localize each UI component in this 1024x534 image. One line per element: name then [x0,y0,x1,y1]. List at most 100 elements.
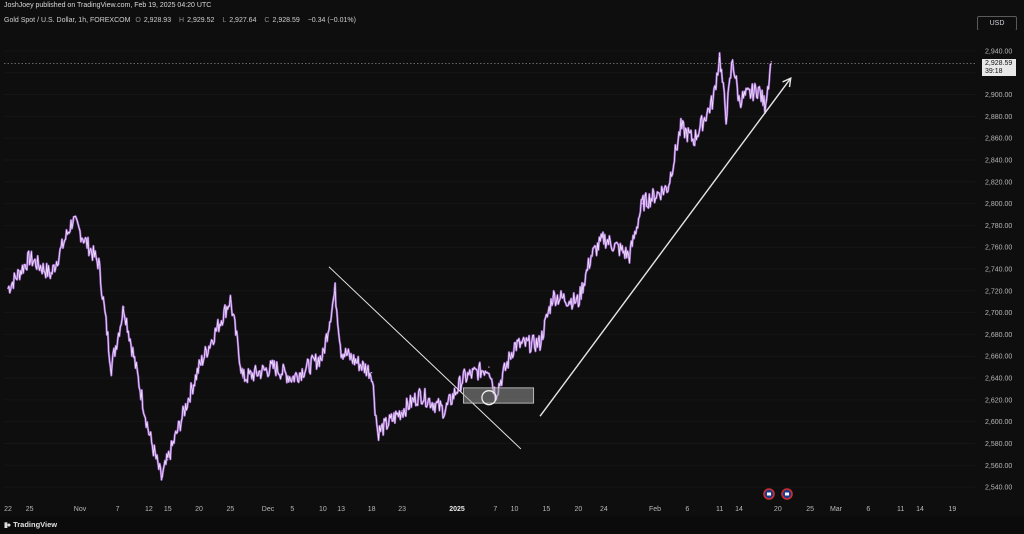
price-point-8 [160,477,163,480]
x-tick-label: 14 [916,506,924,513]
x-tick-label: 7 [493,506,497,513]
x-tick-label: Feb [649,506,661,513]
x-tick-label: 24 [600,506,608,513]
price-point-44 [770,61,773,63]
drawings [328,76,792,450]
price-axis-bg [975,30,1024,498]
price-point-13 [273,366,275,368]
price-point-3 [72,219,74,221]
price-point-4 [98,262,100,265]
price-point-21 [419,393,422,396]
price-axis: 2,540.00 2,560.00 2,580.00 2,600.00 2,620.00… [975,30,1024,498]
y-tick-label: 2,640.00 [985,376,1012,383]
events [763,488,793,500]
price-point-42 [757,88,760,90]
price-point-5 [110,366,113,368]
y-tick-label: 2,560.00 [985,463,1012,470]
x-tick-label: 20 [574,506,582,513]
price-point-2 [50,273,52,276]
price-point-7 [148,431,150,434]
x-tick-label: 5 [290,506,294,513]
y-tick-label: 2,760.00 [985,245,1012,252]
x-tick-label: 6 [685,506,689,513]
x-tick-label: 7 [116,506,120,513]
x-tick-label: 20 [195,506,203,513]
price-point-1 [28,257,31,259]
y-tick-label: 2,540.00 [985,485,1012,492]
price-point-33 [641,202,643,205]
price-point-19 [377,431,379,434]
y-tick-label: 2,940.00 [985,48,1012,55]
y-tick-label: 2,800.00 [985,201,1012,208]
y-tick-label: 2,840.00 [985,157,1012,164]
x-tick-label: 10 [319,506,327,513]
price-point-26 [513,344,516,346]
y-tick-label: 2,740.00 [985,267,1012,274]
price-point-11 [229,298,232,301]
x-tick-label: 11 [716,506,723,513]
price-series [4,51,975,481]
footer-bar [0,516,1024,534]
price-point-20 [401,410,403,412]
x-tick-label: 25 [806,506,814,513]
tv-logo-icon: ▮● [4,522,11,529]
x-tick-label: Mar [830,506,843,513]
x-tick-label: Dec [262,506,275,513]
y-tick-label: 2,680.00 [985,332,1012,339]
x-tick-label: 2025 [449,506,465,513]
x-tick-label: 6 [866,506,870,513]
price-point-30 [590,255,592,257]
y-tick-label: 2,860.00 [985,136,1012,143]
x-tick-label: 25 [227,506,235,513]
price-point-15 [322,355,324,357]
price-point-27 [539,342,541,344]
price-point-35 [680,126,682,128]
x-tick-label: 19 [948,506,956,513]
price-point-10 [198,366,200,368]
tradingview-logo[interactable]: ▮● TradingView [4,520,57,529]
x-tick-label: 13 [337,506,345,513]
price-point-9 [167,459,169,461]
price-point-6 [123,306,125,308]
x-tick-label: 18 [368,506,376,513]
y-tick-label: 2,700.00 [985,310,1012,317]
price-point-41 [738,99,740,101]
x-tick-label: 25 [26,506,34,513]
x-tick-label: 14 [735,506,743,513]
y-tick-label: 2,900.00 [985,92,1012,99]
price-point-14 [291,377,294,379]
y-tick-label: 2,600.00 [985,419,1012,426]
x-tick-label: 15 [543,506,551,513]
price-point-23 [462,377,465,379]
y-tick-label: 2,780.00 [985,223,1012,230]
y-tick-label: 2,580.00 [985,441,1012,448]
brand-name: TradingView [13,520,58,529]
x-tick-label: 12 [145,506,153,513]
us-flag-event-icon[interactable] [763,488,775,500]
x-tick-label: 10 [511,506,519,513]
x-tick-label: 20 [774,506,782,513]
us-flag-event-icon[interactable] [781,488,793,500]
price-point-31 [603,237,605,240]
x-tick-label: 15 [164,506,172,513]
price-point-24 [488,366,490,368]
price-point-32 [628,255,631,257]
y-tick-label: 2,820.00 [985,179,1012,186]
x-tick-label: Nov [74,506,87,513]
price-point-12 [242,377,244,379]
price-line [7,52,772,481]
price-point-43 [764,104,766,107]
y-tick-label: 2,720.00 [985,288,1012,295]
chart-screen: JoshJoey published on TradingView.com, F… [0,0,1024,534]
price-point-34 [667,186,669,188]
price-chart[interactable]: 2,540.00 2,560.00 2,580.00 2,600.00 2,620.00… [0,0,1024,516]
last-price-value: 2,928.59 [985,60,1013,67]
price-point-38 [718,55,721,58]
support-zone[interactable] [462,387,535,404]
x-tick-label: 22 [4,506,12,513]
price-point-18 [370,371,373,374]
y-tick-label: 2,660.00 [985,354,1012,361]
price-point-22 [444,410,446,412]
price-point-28 [552,295,554,297]
bar-countdown: 39:18 [985,68,1003,75]
